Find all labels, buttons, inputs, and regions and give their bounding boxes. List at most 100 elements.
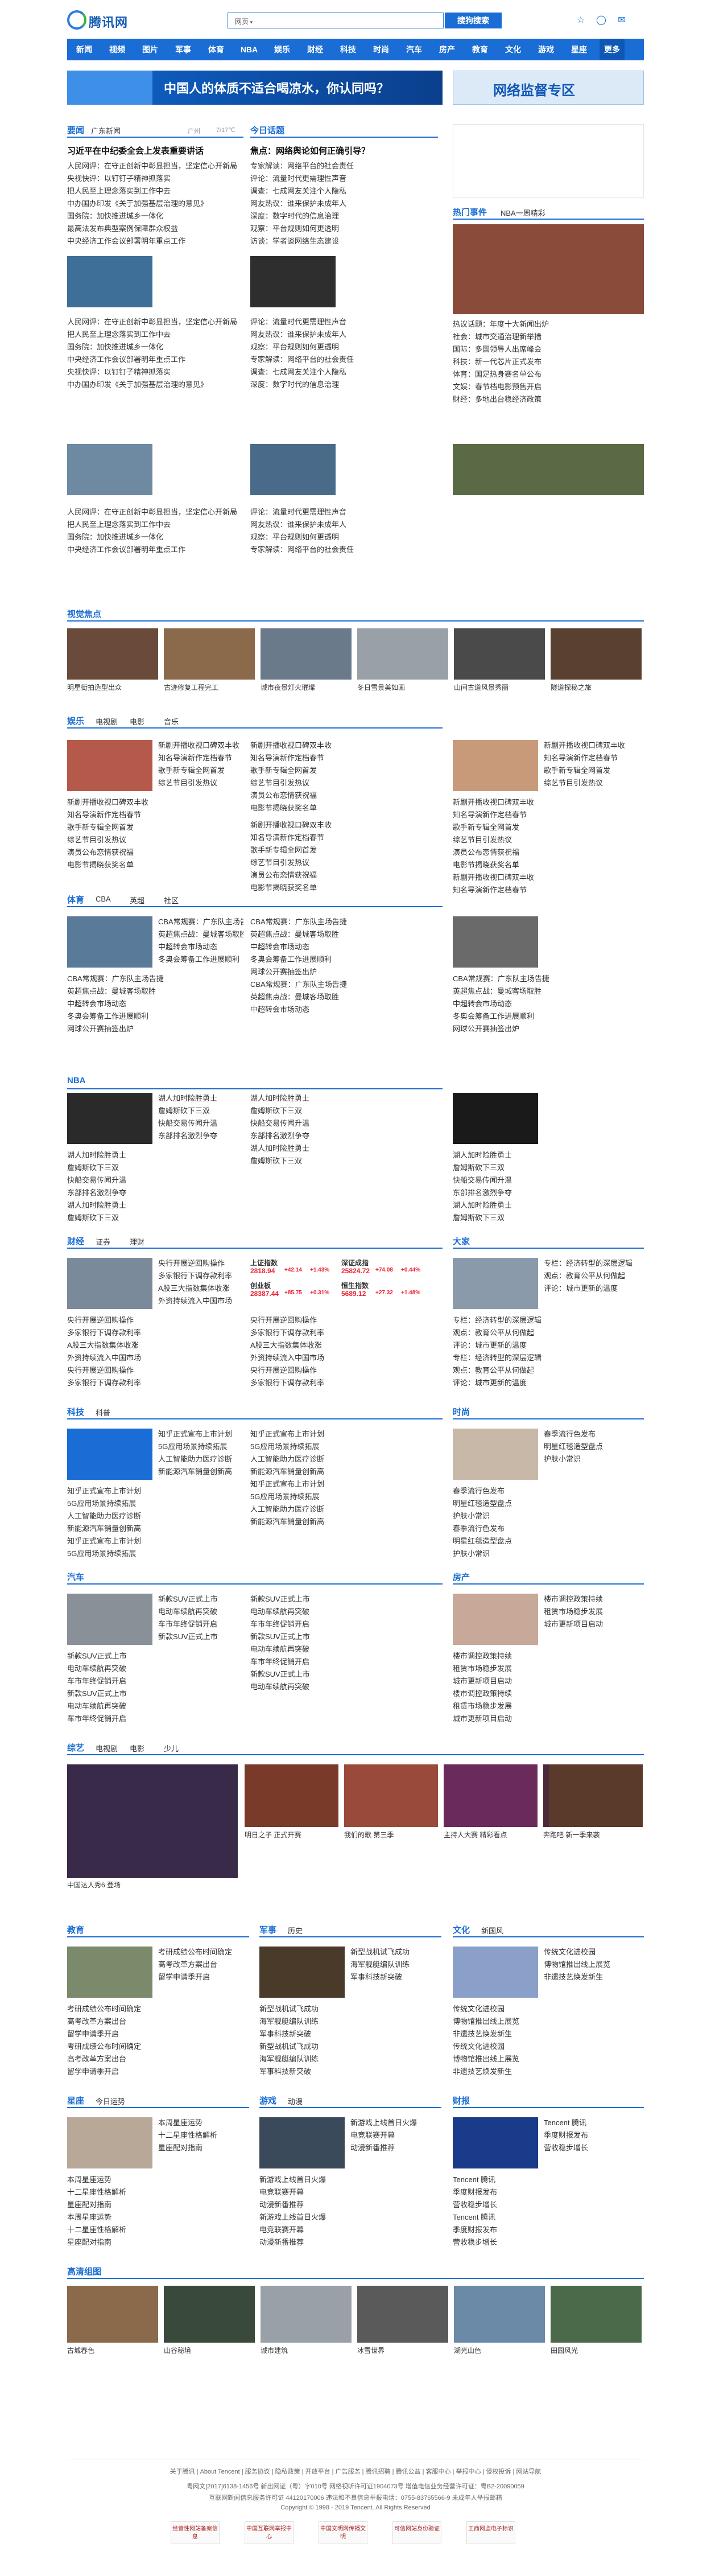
news-photo[interactable] [444,1764,538,1827]
news-photo[interactable] [259,1947,345,1998]
news-item[interactable]: 央行开展逆回购操作 [158,1258,243,1269]
news-photo[interactable] [344,1764,438,1827]
gallery-caption[interactable]: 冰雪世界 [357,2345,448,2356]
news-item[interactable]: 英超焦点战：曼城客场取胜 [158,929,243,940]
news-item[interactable]: 央行开展逆回购操作 [67,1365,243,1376]
news-item[interactable]: 中超转会市场动态 [453,998,644,1010]
news-item[interactable]: 詹姆斯砍下三双 [453,1212,644,1224]
news-item[interactable]: 新剧开播收视口碑双丰收 [453,872,644,883]
news-item[interactable]: CBA常规赛：广东队主场告捷 [250,979,438,990]
news-item[interactable]: 演员公布恋情获祝福 [250,790,438,801]
news-photo[interactable] [453,444,644,495]
tab-ent[interactable]: 音乐 [164,716,179,727]
news-item[interactable]: 人工智能助力医疗诊断 [250,1454,438,1465]
news-item[interactable]: 专栏：经济转型的深层逻辑 [453,1352,644,1364]
news-item[interactable]: 知名导演新作定档春节 [250,832,438,843]
news-item[interactable]: 专家解读：网络平台的社会责任 [250,544,427,555]
news-item[interactable]: 演员公布恋情获祝福 [453,847,644,858]
news-item[interactable]: 科技：新一代芯片正式发布 [453,356,644,368]
tab-finance[interactable]: 证券 [96,1236,110,1247]
video-title[interactable]: 中国达人秀6 登场 [67,1879,161,1891]
tab-local-news[interactable]: 广东新闻 [91,125,121,136]
pic-item[interactable] [357,628,448,680]
search-button[interactable]: 搜狗搜索 [445,13,502,28]
gallery-caption[interactable]: 山谷秘境 [164,2345,255,2356]
news-item[interactable]: 专家解读：网络平台的社会责任 [250,161,438,172]
news-item[interactable]: 詹姆斯砍下三双 [250,1105,438,1117]
news-photo[interactable] [67,444,152,495]
footer-badge[interactable]: 中国互联网举报中心 [245,2521,294,2544]
news-item[interactable]: A股三大指数集体收涨 [158,1283,243,1294]
news-item[interactable]: 访谈：学者谈网络生态建设 [250,236,438,247]
nav-item[interactable]: 科技 [336,39,361,60]
news-item[interactable]: 冬奥会筹备工作进展顺利 [250,954,438,965]
news-item[interactable]: 新款SUV正式上市 [250,1594,438,1605]
news-item[interactable]: CBA常规赛：广东队主场告捷 [67,973,243,985]
news-item[interactable]: 中超转会市场动态 [158,941,243,953]
news-item[interactable]: 海军舰艇编队训练 [350,1959,436,1970]
video-title[interactable]: 明日之子 正式开赛 [245,1829,338,1841]
news-item[interactable]: 把人民至上理念落实到工作中去 [67,186,243,197]
news-item[interactable]: 租赁市场稳步发展 [453,1701,644,1712]
news-item[interactable]: 评论：城市更新的温度 [544,1283,644,1294]
news-item[interactable]: 留学申请季开启 [158,1972,243,1983]
news-item[interactable]: 十二星座性格解析 [67,2224,249,2236]
hot-event-photo[interactable] [453,224,644,314]
news-item[interactable]: 春季流行色发布 [453,1485,644,1497]
section-title-game[interactable]: 游戏 [259,2094,276,2106]
news-item[interactable]: CBA常规赛：广东队主场告捷 [453,973,644,985]
news-item[interactable]: 新型战机试飞成功 [350,1947,436,1958]
tab-finance[interactable]: 理财 [130,1236,144,1247]
news-item[interactable]: 调查：七成网友关注个人隐私 [250,367,427,378]
nav-item[interactable]: 时尚 [369,39,394,60]
news-item[interactable]: 新能源汽车销量创新高 [250,1466,438,1478]
news-item[interactable]: 央行开展逆回购操作 [250,1315,438,1326]
news-photo[interactable] [67,1429,152,1480]
news-item[interactable]: 新剧开播收视口碑双丰收 [250,820,438,831]
news-item[interactable]: 楼市调控政策持续 [453,1651,644,1662]
news-item[interactable]: 歌手新专辑全网首发 [453,822,644,833]
news-item[interactable]: 新能源汽车销量创新高 [158,1466,243,1478]
nav-item[interactable]: 星座 [567,39,592,60]
news-item[interactable]: 知乎正式宣布上市计划 [250,1479,438,1490]
news-item[interactable]: 留学申请季开启 [67,2066,249,2077]
news-item[interactable]: 高考改革方案出台 [67,2016,249,2027]
news-item[interactable]: 人民网评：在守正创新中彰显担当，坚定信心开新局 [67,161,243,172]
section-title-dajia[interactable]: 大家 [453,1235,470,1247]
news-item[interactable]: 多家银行下调存款利率 [250,1377,438,1389]
user-icon[interactable]: ◯ [595,15,607,26]
news-item[interactable]: 高考改革方案出台 [67,2054,249,2065]
news-item[interactable]: 城市更新项目启动 [453,1713,644,1725]
news-item[interactable]: 电竞联赛开幕 [259,2224,441,2236]
news-item[interactable]: 新款SUV正式上市 [158,1594,243,1605]
news-item[interactable]: 新剧开播收视口碑双丰收 [158,740,243,751]
news-item[interactable]: 网球公开赛抽签出炉 [453,1023,644,1035]
news-item[interactable]: 传统文化进校园 [453,2041,644,2052]
news-item[interactable]: 外资持续流入中国市场 [250,1352,438,1364]
news-item[interactable]: CBA常规赛：广东队主场告捷 [250,916,438,928]
news-photo[interactable] [453,740,538,791]
pic-item[interactable] [67,628,158,680]
news-item[interactable]: 多家银行下调存款利率 [158,1270,243,1282]
news-item[interactable]: 詹姆斯砍下三双 [158,1105,243,1117]
news-item[interactable]: A股三大指数集体收涨 [250,1340,438,1351]
news-item[interactable]: 综艺节目引发热议 [544,777,644,789]
supervision-banner[interactable]: 网络监督专区 [453,71,644,105]
tencent-logo[interactable]: 腾讯网 [67,10,130,30]
news-item[interactable]: 英超焦点战：曼城客场取胜 [250,991,438,1003]
pic-caption[interactable]: 古迹修复工程完工 [164,682,255,693]
news-item[interactable]: 考研成绩公布时间确定 [158,1947,243,1958]
news-item[interactable]: 新型战机试飞成功 [259,2003,441,2015]
news-item[interactable]: 考研成绩公布时间确定 [67,2003,249,2015]
tab-sports[interactable]: 英超 [130,895,144,906]
section-title-edu[interactable]: 教育 [67,1924,84,1936]
news-item[interactable]: 电竞联赛开幕 [259,2187,441,2198]
news-item[interactable]: 专家解读：网络平台的社会责任 [250,354,427,365]
news-item[interactable]: 车市年终促销开启 [250,1656,438,1668]
news-item[interactable]: 明星红毯造型盘点 [453,1536,644,1547]
news-item[interactable]: 综艺节目引发热议 [67,834,243,846]
news-item[interactable]: 本周星座运势 [158,2117,243,2129]
tab-sports[interactable]: CBA [96,895,111,903]
news-item[interactable]: 人民网评：在守正创新中彰显担当，坚定信心开新局 [67,316,243,328]
news-item[interactable]: 央行开展逆回购操作 [67,1315,243,1326]
